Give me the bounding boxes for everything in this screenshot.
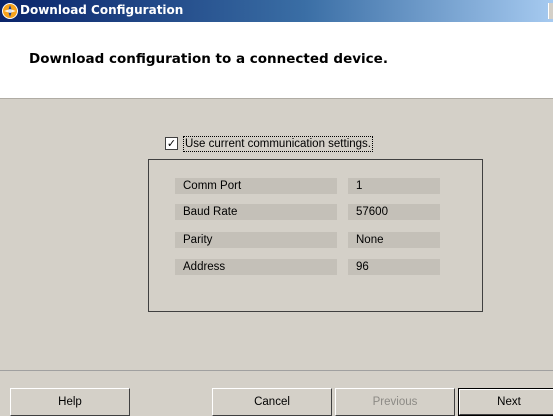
next-button[interactable]: Next [458,388,553,416]
window-title: Download Configuration [20,3,184,17]
wizard-header: Download configuration to a connected de… [0,22,553,99]
cancel-button[interactable]: Cancel [212,388,332,416]
parity-label: Parity [175,232,337,248]
close-button-fragment[interactable] [548,3,553,19]
app-logo-icon [2,3,18,19]
communication-settings-box: Comm Port 1 Baud Rate 57600 Parity None … [148,159,483,312]
wizard-content: ✓ Use current communication settings. Co… [0,99,553,370]
comm-port-value: 1 [348,178,440,194]
baud-rate-value: 57600 [348,204,440,220]
baud-rate-label: Baud Rate [175,204,337,220]
page-subtitle: Download configuration to a connected de… [29,51,388,67]
use-current-settings-checkbox[interactable]: ✓ [165,137,178,150]
parity-value: None [348,232,440,248]
use-current-settings-label[interactable]: Use current communication settings. [183,136,373,152]
comm-port-label: Comm Port [175,178,337,194]
title-bar: Download Configuration [0,0,553,22]
previous-button[interactable]: Previous [335,388,455,416]
help-button[interactable]: Help [10,388,130,416]
address-value: 96 [348,259,440,275]
button-bar: Help Cancel Previous Next [0,370,553,416]
address-label: Address [175,259,337,275]
